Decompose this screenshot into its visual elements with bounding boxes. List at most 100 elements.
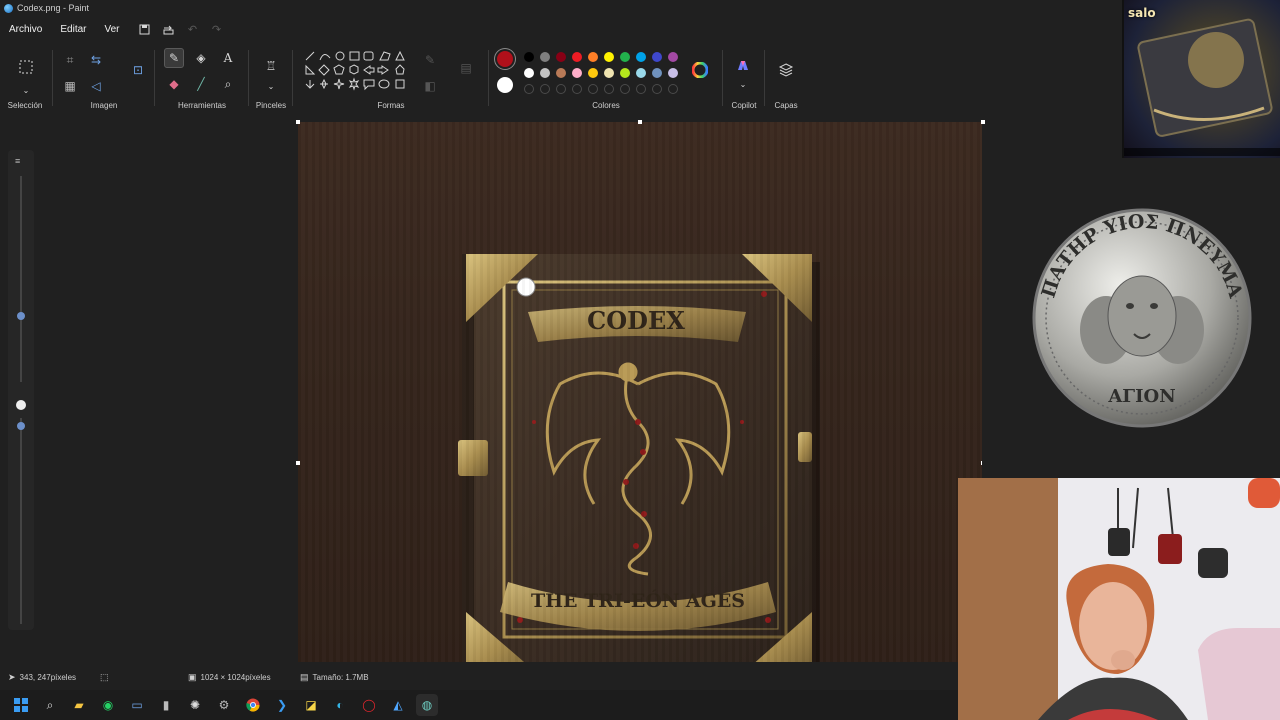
palette-color-swatch[interactable] <box>572 68 582 78</box>
palette-color-swatch[interactable] <box>556 68 566 78</box>
palette-color-swatch[interactable] <box>668 52 678 62</box>
palette-color-swatch[interactable] <box>636 52 646 62</box>
primary-color-swatch[interactable] <box>497 51 513 67</box>
book-subtitle: THE TRI-EÓN AGES <box>531 589 745 612</box>
palette-color-swatch[interactable] <box>540 68 550 78</box>
palette-color-swatch[interactable] <box>588 68 598 78</box>
custom-color-slot[interactable] <box>572 84 582 94</box>
palette-color-swatch[interactable] <box>620 52 630 62</box>
color-wheel-icon[interactable] <box>690 60 710 80</box>
drawing-canvas[interactable]: CODEX THE TRI-EÓN AGES <box>298 122 982 662</box>
eraser-icon[interactable]: ◆ <box>164 74 184 94</box>
coin-image: ΠΑΤΗΡ ΥΙΟΣ ΠΝΕΥΜΑ ΑΓΙΟΝ <box>1032 208 1252 428</box>
menu-ver[interactable]: Ver <box>95 24 128 35</box>
book-cover <box>466 254 812 662</box>
palette-color-swatch[interactable] <box>636 68 646 78</box>
chevron-down-icon[interactable]: ⌄ <box>16 80 36 100</box>
palette-color-swatch[interactable] <box>572 52 582 62</box>
custom-color-slot[interactable] <box>604 84 614 94</box>
chevron-down-icon[interactable]: ⌄ <box>261 76 281 96</box>
group-pinceles: ♖ ⌄ Pinceles <box>252 44 290 114</box>
fill-bucket-icon[interactable]: ◈ <box>191 48 211 68</box>
file-explorer-icon[interactable]: ▰ <box>68 694 90 716</box>
menu-editar[interactable]: Editar <box>51 24 95 35</box>
remove-background-icon[interactable]: ⊡ <box>128 60 148 80</box>
custom-color-slot[interactable] <box>620 84 630 94</box>
stroke-size-slider-thumb[interactable] <box>17 312 25 320</box>
windows-taskbar: ⌕ ▰ ◉ ▭ ▮ ✺ ⚙ ❯ ◪ ◐ ◯ ◭ ◍ <box>0 690 958 720</box>
stroke-size-slider-track[interactable] <box>20 176 22 382</box>
palette-color-swatch[interactable] <box>524 68 534 78</box>
shapes-gallery[interactable] <box>304 50 408 94</box>
custom-color-slot[interactable] <box>588 84 598 94</box>
palette-color-swatch[interactable] <box>604 68 614 78</box>
chatgpt-icon[interactable]: ✺ <box>184 694 206 716</box>
chevron-down-icon[interactable]: ⌄ <box>733 74 753 94</box>
magnifier-icon[interactable]: ⌕ <box>218 74 238 94</box>
ribbon-divider <box>154 50 155 106</box>
redo-icon[interactable]: ↷ <box>209 21 225 37</box>
resize-icon[interactable]: ⇆ <box>86 50 106 70</box>
group-seleccion: ⌄ Selección <box>0 44 50 114</box>
file-size-text: Tamaño: 1.7MB <box>312 672 369 682</box>
vscode-icon[interactable]: ❯ <box>271 694 293 716</box>
usb-icon[interactable]: ▮ <box>155 694 177 716</box>
palette-color-swatch[interactable] <box>620 68 630 78</box>
image-select-icon[interactable]: ▦ <box>60 76 80 96</box>
paint-icon[interactable]: ◭ <box>387 694 409 716</box>
book-thumbnail-image <box>1137 18 1273 137</box>
file-size: ▤ Tamaño: 1.7MB <box>300 672 369 683</box>
custom-color-slot[interactable] <box>636 84 646 94</box>
pencil-icon[interactable]: ✎ <box>164 48 184 68</box>
canvas-resize-handle[interactable] <box>638 120 642 124</box>
app-icon[interactable]: ▭ <box>126 694 148 716</box>
disk-icon: ▤ <box>300 671 309 682</box>
text-icon[interactable]: A <box>218 48 238 68</box>
menu-archivo[interactable]: Archivo <box>0 24 51 35</box>
custom-color-slot[interactable] <box>652 84 662 94</box>
crop-icon[interactable]: ⌗ <box>60 50 80 70</box>
opacity-icon <box>16 400 26 410</box>
color-picker-icon[interactable]: ╱ <box>191 74 211 94</box>
share-icon[interactable] <box>161 21 177 37</box>
windows-start-icon[interactable] <box>10 694 32 716</box>
book-title: CODEX <box>587 306 685 335</box>
canvas-resize-handle[interactable] <box>981 120 985 124</box>
settings-icon[interactable]: ⚙ <box>213 694 235 716</box>
shape-size-icon[interactable]: ▤ <box>456 58 476 78</box>
palette-color-swatch[interactable] <box>524 52 534 62</box>
brush-icon[interactable]: ♖ <box>261 56 281 76</box>
palette-color-swatch[interactable] <box>668 68 678 78</box>
palette-color-swatch[interactable] <box>652 52 662 62</box>
custom-color-slot[interactable] <box>556 84 566 94</box>
custom-color-slot[interactable] <box>668 84 678 94</box>
palette-color-swatch[interactable] <box>604 52 614 62</box>
sticky-notes-icon[interactable]: ◪ <box>300 694 322 716</box>
opacity-slider-track[interactable] <box>20 418 22 624</box>
canvas-resize-handle[interactable] <box>296 120 300 124</box>
whatsapp-icon[interactable]: ◉ <box>97 694 119 716</box>
outline-icon[interactable]: ✎ <box>420 50 440 70</box>
undo-icon[interactable]: ↶ <box>185 21 201 37</box>
opera-icon[interactable]: ◯ <box>358 694 380 716</box>
globe-icon[interactable]: ◍ <box>416 694 438 716</box>
selection-rectangle-icon[interactable] <box>16 56 36 78</box>
copilot-icon[interactable] <box>733 56 753 76</box>
custom-color-slot[interactable] <box>540 84 550 94</box>
search-icon[interactable]: ⌕ <box>39 694 61 716</box>
opacity-slider-thumb[interactable] <box>17 422 25 430</box>
secondary-color-swatch[interactable] <box>497 77 513 93</box>
layers-icon[interactable] <box>776 60 796 80</box>
palette-color-swatch[interactable] <box>556 52 566 62</box>
palette-color-swatch[interactable] <box>588 52 598 62</box>
rotate-icon[interactable]: ◁ <box>86 76 106 96</box>
palette-color-swatch[interactable] <box>540 52 550 62</box>
fill-icon[interactable]: ◧ <box>420 76 440 96</box>
stream-thumbnail-overlay: salo <box>1122 0 1280 158</box>
edge-icon[interactable]: ◐ <box>329 694 351 716</box>
save-icon[interactable] <box>137 21 153 37</box>
custom-color-slot[interactable] <box>524 84 534 94</box>
chrome-icon[interactable] <box>242 694 264 716</box>
canvas-resize-handle[interactable] <box>296 461 300 465</box>
palette-color-swatch[interactable] <box>652 68 662 78</box>
